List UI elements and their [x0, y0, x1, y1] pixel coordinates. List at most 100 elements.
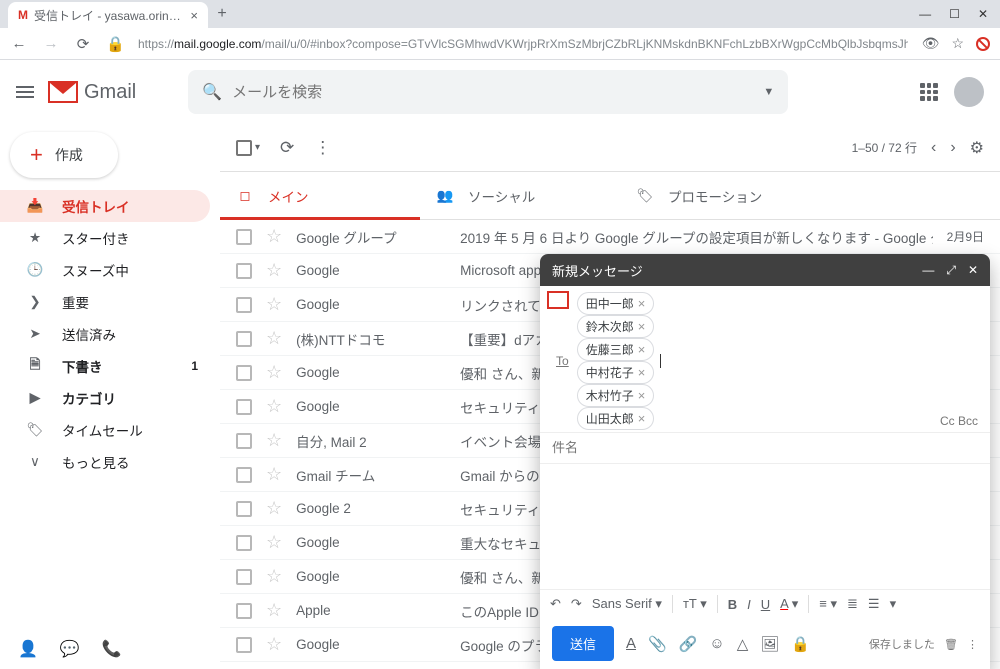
select-all-checkbox[interactable]: ▾	[236, 140, 260, 156]
recipient-chip[interactable]: 鈴木次郎×	[577, 315, 655, 338]
image-icon[interactable]: 🖼	[760, 635, 779, 653]
sidebar-item-5[interactable]: 🗎下書き1	[0, 350, 210, 382]
mail-checkbox[interactable]	[236, 399, 252, 415]
mail-checkbox[interactable]	[236, 535, 252, 551]
mail-checkbox[interactable]	[236, 331, 252, 347]
to-input-caret[interactable]	[660, 354, 661, 368]
star-icon[interactable]: ☆	[266, 430, 282, 451]
recipient-chip[interactable]: 中村花子×	[577, 361, 655, 384]
bullet-list-icon[interactable]: ☰	[868, 596, 880, 612]
font-select[interactable]: Sans Serif ▾	[592, 596, 662, 612]
tab-1[interactable]: 👥ソーシャル	[420, 172, 620, 219]
star-icon[interactable]: ☆	[266, 498, 282, 519]
compose-button[interactable]: + 作成	[10, 132, 118, 178]
sidebar-item-4[interactable]: ➤送信済み	[0, 318, 210, 350]
maximize-icon[interactable]: ☐	[949, 7, 960, 21]
redo-icon[interactable]: ↷	[571, 596, 582, 612]
emoji-icon[interactable]: ☺	[709, 635, 724, 652]
more-icon[interactable]: ⋮	[314, 138, 331, 158]
close-window-icon[interactable]: ✕	[978, 7, 988, 21]
undo-icon[interactable]: ↶	[550, 596, 561, 612]
attach-icon[interactable]: 📎	[648, 635, 667, 653]
close-tab-icon[interactable]: ×	[190, 8, 198, 23]
sidebar-item-7[interactable]: 🏷タイムセール	[0, 414, 210, 446]
compose-close-icon[interactable]: ✕	[968, 263, 978, 278]
back-icon[interactable]: ←	[10, 35, 28, 52]
menu-icon[interactable]	[16, 83, 36, 101]
send-button[interactable]: 送信	[552, 626, 614, 661]
next-page-icon[interactable]: ›	[950, 139, 955, 157]
star-icon[interactable]: ☆	[266, 294, 282, 315]
recipient-chip[interactable]: 山田太郎×	[577, 407, 655, 430]
mail-checkbox[interactable]	[236, 569, 252, 585]
recipient-chip[interactable]: 田中一郎×	[577, 292, 655, 315]
recipient-chip[interactable]: 木村竹子×	[577, 384, 655, 407]
tab-2[interactable]: 🏷プロモーション	[620, 172, 820, 219]
settings-icon[interactable]: ⚙	[970, 138, 984, 158]
compose-more-icon[interactable]: ⋮	[967, 639, 978, 651]
mail-row[interactable]: ☆Google グループ2019 年 5 月 6 日より Google グループ…	[220, 220, 1000, 254]
compose-minimize-icon[interactable]: —	[922, 263, 934, 278]
mail-checkbox[interactable]	[236, 501, 252, 517]
compose-body[interactable]	[540, 464, 990, 589]
remove-chip-icon[interactable]: ×	[638, 388, 646, 403]
person-icon[interactable]: 👤	[18, 639, 38, 659]
phone-icon[interactable]: 📞	[102, 639, 122, 659]
refresh-icon[interactable]: ⟳	[280, 138, 294, 158]
star-icon[interactable]: ☆	[266, 600, 282, 621]
bcc-button[interactable]: Bcc	[958, 414, 978, 428]
bookmark-icon[interactable]: ☆	[951, 35, 964, 52]
confidential-icon[interactable]: 🔒	[791, 635, 810, 653]
gmail-logo[interactable]: Gmail	[48, 81, 136, 104]
remove-chip-icon[interactable]: ×	[638, 411, 646, 426]
search-dropdown-icon[interactable]: ▼	[763, 86, 774, 98]
sidebar-item-0[interactable]: 📥受信トレイ	[0, 190, 210, 222]
search-box[interactable]: 🔍 ▼	[188, 70, 788, 114]
mail-checkbox[interactable]	[236, 229, 252, 245]
forward-icon[interactable]: →	[42, 35, 60, 52]
browser-tab[interactable]: M 受信トレイ - yasawa.orinaka@gm... ×	[8, 2, 208, 28]
mail-checkbox[interactable]	[236, 637, 252, 653]
remove-chip-icon[interactable]: ×	[638, 342, 646, 357]
format-icon[interactable]: A	[626, 635, 636, 652]
star-icon[interactable]: ☆	[266, 634, 282, 655]
mail-checkbox[interactable]	[236, 433, 252, 449]
sidebar-item-2[interactable]: 🕒スヌーズ中	[0, 254, 210, 286]
prev-page-icon[interactable]: ‹	[931, 139, 936, 157]
remove-chip-icon[interactable]: ×	[638, 365, 646, 380]
star-icon[interactable]: ☆	[266, 396, 282, 417]
star-icon[interactable]: ☆	[266, 464, 282, 485]
mail-checkbox[interactable]	[236, 263, 252, 279]
remove-chip-icon[interactable]: ×	[638, 319, 646, 334]
tab-0[interactable]: ◻メイン	[220, 172, 420, 219]
eye-icon[interactable]: 👁	[922, 35, 940, 52]
align-icon[interactable]: ≡ ▾	[819, 596, 837, 612]
star-icon[interactable]: ☆	[266, 226, 282, 247]
account-icon[interactable]	[954, 77, 984, 107]
mail-checkbox[interactable]	[236, 603, 252, 619]
font-size-icon[interactable]: тT ▾	[683, 596, 707, 612]
star-icon[interactable]: ☆	[266, 362, 282, 383]
underline-icon[interactable]: U	[761, 597, 770, 612]
discard-icon[interactable]: 🗑	[944, 639, 958, 651]
sidebar-item-3[interactable]: ❯重要	[0, 286, 210, 318]
mail-checkbox[interactable]	[236, 467, 252, 483]
star-icon[interactable]: ☆	[266, 532, 282, 553]
remove-chip-icon[interactable]: ×	[638, 296, 646, 311]
reload-icon[interactable]: ⟳	[74, 35, 92, 53]
text-color-icon[interactable]: A ▾	[780, 596, 798, 612]
star-icon[interactable]: ☆	[266, 566, 282, 587]
numbered-list-icon[interactable]: ≣	[847, 596, 858, 612]
to-label[interactable]: To	[552, 352, 573, 370]
mail-checkbox[interactable]	[236, 365, 252, 381]
new-tab-button[interactable]: +	[208, 0, 236, 28]
cc-button[interactable]: Cc	[940, 414, 955, 428]
star-icon[interactable]: ☆	[266, 260, 282, 281]
address-bar[interactable]: https://mail.google.com/mail/u/0/#inbox?…	[138, 37, 908, 51]
star-icon[interactable]: ☆	[266, 328, 282, 349]
link-icon[interactable]: 🔗	[679, 635, 698, 653]
mail-checkbox[interactable]	[236, 297, 252, 313]
sidebar-item-1[interactable]: ★スター付き	[0, 222, 210, 254]
apps-icon[interactable]	[920, 83, 938, 101]
italic-icon[interactable]: I	[747, 597, 751, 612]
